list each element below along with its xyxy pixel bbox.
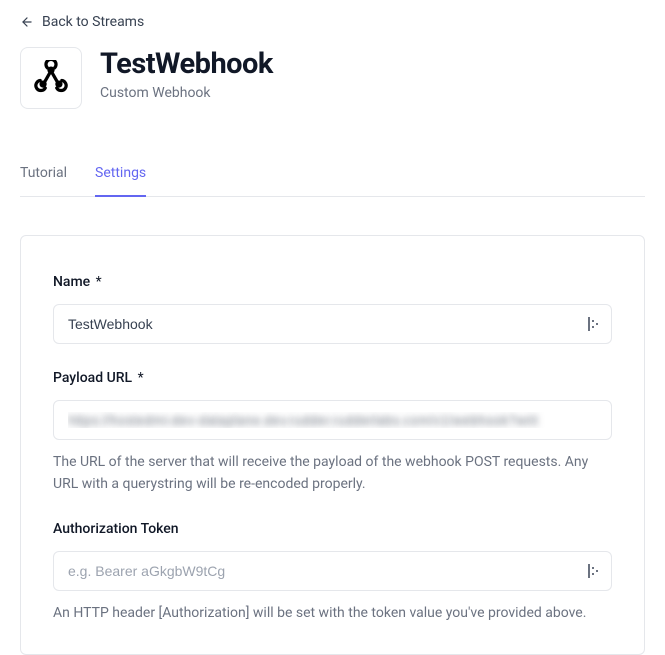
- back-to-streams-link[interactable]: Back to Streams: [20, 14, 144, 30]
- settings-panel: Name * Payload URL * The URL of the serv…: [20, 235, 645, 655]
- name-required-marker: *: [96, 274, 102, 290]
- name-input[interactable]: [53, 304, 612, 344]
- name-label-text: Name: [53, 274, 90, 290]
- input-suffix-icon[interactable]: [586, 316, 602, 332]
- back-link-label: Back to Streams: [42, 14, 144, 30]
- page-title: TestWebhook: [100, 47, 273, 81]
- field-name: Name *: [53, 274, 612, 344]
- tabs: Tutorial Settings: [20, 165, 645, 197]
- webhook-icon: [20, 47, 82, 109]
- page-subtitle: Custom Webhook: [100, 85, 273, 101]
- auth-token-label-text: Authorization Token: [53, 521, 179, 537]
- payload-url-label-text: Payload URL: [53, 370, 132, 386]
- payload-url-required-marker: *: [138, 370, 144, 386]
- payload-url-input[interactable]: [53, 400, 612, 440]
- payload-url-label: Payload URL *: [53, 370, 612, 386]
- auth-token-label: Authorization Token: [53, 521, 612, 537]
- tab-settings[interactable]: Settings: [95, 165, 146, 197]
- name-label: Name *: [53, 274, 612, 290]
- payload-url-help: The URL of the server that will receive …: [53, 452, 612, 495]
- field-payload-url: Payload URL * The URL of the server that…: [53, 370, 612, 495]
- field-auth-token: Authorization Token An HTTP header [Auth…: [53, 521, 612, 625]
- tab-tutorial[interactable]: Tutorial: [20, 165, 67, 197]
- input-suffix-icon[interactable]: [586, 563, 602, 579]
- arrow-left-icon: [20, 15, 34, 29]
- auth-token-input[interactable]: [53, 551, 612, 591]
- page-header: TestWebhook Custom Webhook: [20, 47, 645, 109]
- auth-token-help: An HTTP header [Authorization] will be s…: [53, 603, 612, 625]
